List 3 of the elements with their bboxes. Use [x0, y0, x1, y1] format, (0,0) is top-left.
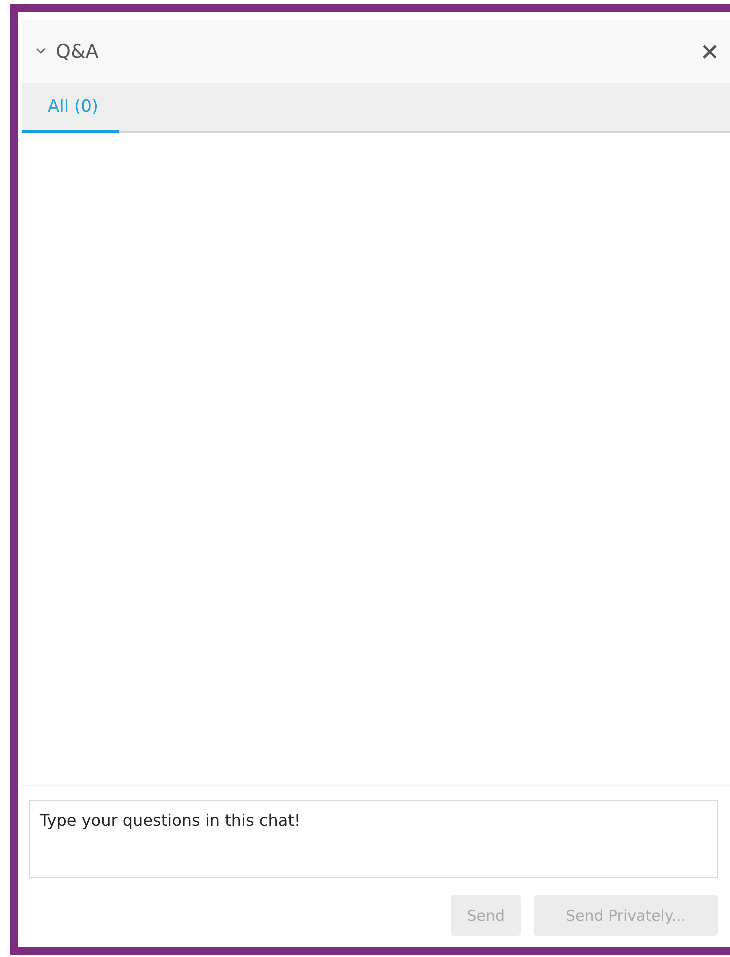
question-input-field[interactable]: Type your questions in this chat! [29, 800, 718, 878]
tab[interactable]: All (0) [22, 83, 119, 133]
panel-title: Q&A [56, 40, 100, 62]
